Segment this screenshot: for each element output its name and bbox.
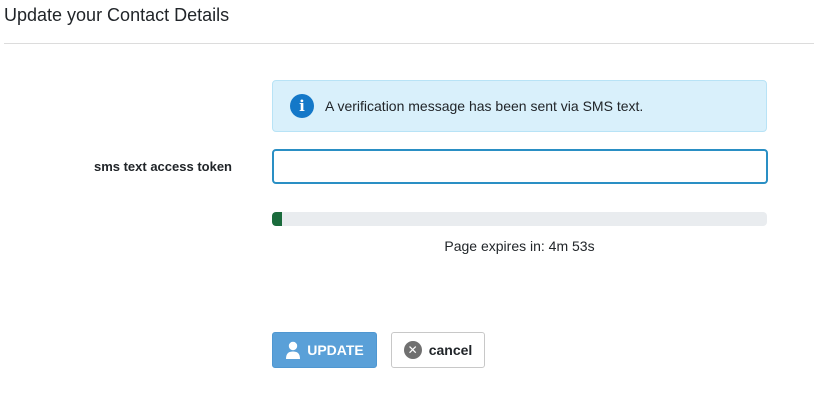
expiry-progress-bar: [272, 212, 767, 226]
alert-message: A verification message has been sent via…: [325, 98, 644, 114]
title-divider: [4, 43, 814, 44]
expiry-text: Page expires in: 4m 53s: [444, 238, 595, 254]
info-icon: i: [290, 94, 314, 118]
sms-token-input[interactable]: [272, 149, 768, 184]
cancel-button[interactable]: ✕ cancel: [391, 332, 485, 368]
close-icon: ✕: [403, 341, 422, 359]
expiry-progress-fill: [272, 212, 282, 226]
page-title: Update your Contact Details: [4, 5, 230, 25]
update-button[interactable]: UPDATE: [272, 332, 377, 368]
cancel-label: cancel: [428, 342, 473, 358]
update-label: UPDATE: [307, 342, 364, 358]
token-label: sms text access token: [93, 159, 232, 174]
info-alert: i A verification message has been sent v…: [272, 80, 767, 132]
user-icon: [286, 341, 301, 359]
page: Update your Contact Details i A verifica…: [0, 0, 814, 417]
